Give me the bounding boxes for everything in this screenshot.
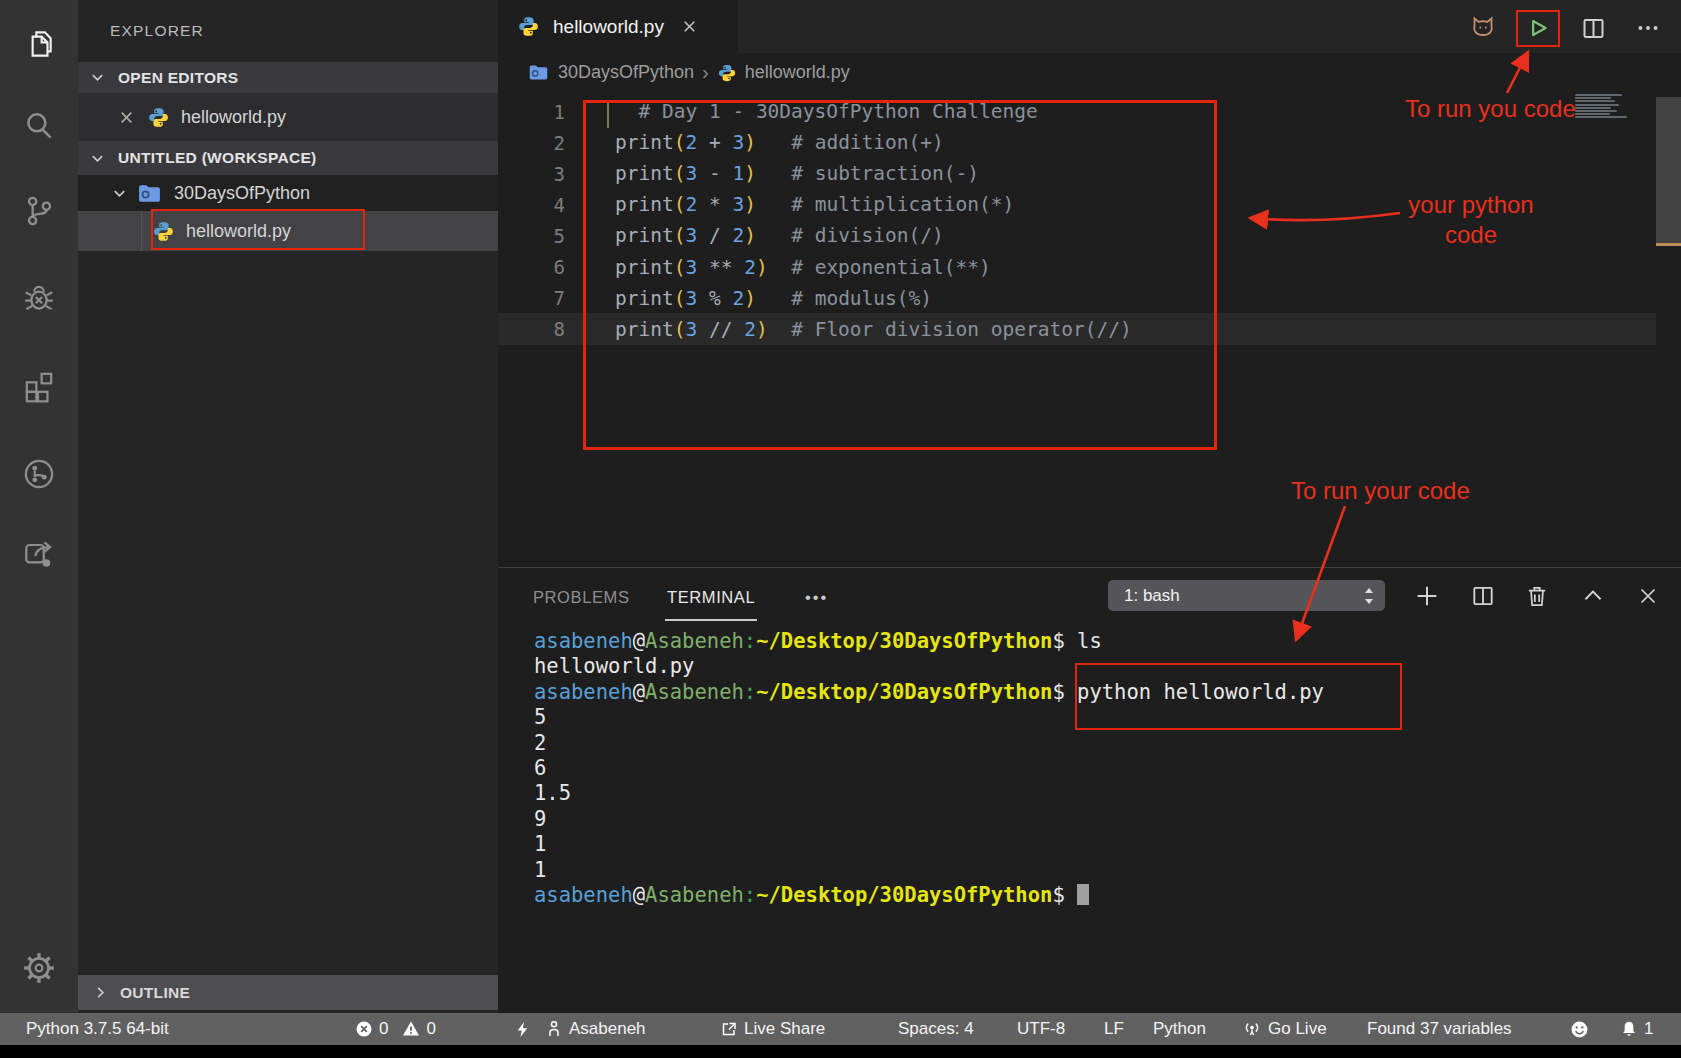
annotation-box-terminal-command xyxy=(1075,663,1402,730)
code-line[interactable]: 4print(2 * 3) # multiplication(*) xyxy=(498,189,565,220)
error-icon xyxy=(355,1020,373,1038)
code-line[interactable]: 7print(3 % 2) # modulus(%) xyxy=(498,283,565,314)
breadcrumb-separator: › xyxy=(702,61,709,84)
chevron-down-icon xyxy=(90,151,105,166)
status-bar: Python 3.7.5 64-bit 0 0 Asabeneh Live Sh… xyxy=(0,1013,1681,1045)
outline-section[interactable]: OUTLINE xyxy=(78,975,498,1010)
panel-more-icon[interactable]: ••• xyxy=(805,588,828,607)
maximize-panel-icon[interactable] xyxy=(1578,581,1608,611)
tab-label: helloworld.py xyxy=(553,16,664,38)
python-file-icon xyxy=(717,63,737,83)
terminal-cursor xyxy=(1077,884,1089,905)
status-language[interactable]: Python xyxy=(1153,1013,1206,1045)
code-line[interactable]: 3print(3 - 1) # subtraction(-) xyxy=(498,158,565,189)
cat-extension-icon[interactable] xyxy=(1466,8,1500,48)
activity-bar xyxy=(0,0,78,1013)
chevron-down-icon xyxy=(112,186,127,201)
sidebar-explorer: EXPLORER OPEN EDITORS helloworld.py UNTI… xyxy=(78,0,498,1013)
split-editor-icon[interactable] xyxy=(1578,8,1608,48)
status-variables[interactable]: Found 37 variables xyxy=(1367,1013,1512,1045)
status-python-version[interactable]: Python 3.7.5 64-bit xyxy=(26,1013,169,1045)
lightning-icon xyxy=(514,1021,531,1038)
minimap[interactable] xyxy=(1575,94,1627,120)
terminal-selector[interactable]: 1: bash xyxy=(1108,580,1385,611)
sidebar-title: EXPLORER xyxy=(110,22,204,40)
run-debug-icon[interactable] xyxy=(21,280,57,316)
annotation-your-python-code: your pythoncode xyxy=(1400,190,1542,250)
workspace-header[interactable]: UNTITLED (WORKSPACE) xyxy=(78,141,498,175)
terminal-tab-underline xyxy=(665,619,757,621)
status-spaces[interactable]: Spaces: 4 xyxy=(898,1013,974,1045)
updown-arrows-icon xyxy=(1363,585,1375,607)
warning-icon xyxy=(402,1020,420,1038)
chevron-down-icon xyxy=(90,70,105,85)
status-problems[interactable]: 0 0 xyxy=(355,1013,436,1045)
new-terminal-icon[interactable] xyxy=(1412,581,1442,611)
kill-terminal-icon[interactable] xyxy=(1522,581,1552,611)
folder-icon xyxy=(528,62,549,83)
python-file-icon xyxy=(517,15,540,38)
code-line[interactable]: 6print(3 ** 2) # exponential(**) xyxy=(498,252,565,283)
breadcrumb-folder[interactable]: 30DaysOfPython xyxy=(558,62,694,83)
go-live-icon xyxy=(1242,1019,1262,1039)
open-editors-header[interactable]: OPEN EDITORS xyxy=(78,62,498,93)
live-session-icon[interactable] xyxy=(21,456,57,492)
status-user[interactable]: Asabeneh xyxy=(545,1013,646,1045)
code-line[interactable]: 1 # Day 1 - 30DaysOfPython Challenge xyxy=(498,96,565,127)
live-share-icon xyxy=(720,1020,738,1038)
smiley-icon xyxy=(1570,1020,1589,1039)
folder-label: 30DaysOfPython xyxy=(174,183,310,204)
close-icon[interactable] xyxy=(118,109,135,126)
status-eol[interactable]: LF xyxy=(1104,1013,1124,1045)
open-editor-item[interactable]: helloworld.py xyxy=(78,93,498,141)
bell-icon xyxy=(1620,1020,1638,1038)
tab-close-icon[interactable] xyxy=(681,18,698,35)
search-icon[interactable] xyxy=(21,108,57,144)
annotation-box-code xyxy=(583,100,1217,450)
code-line[interactable]: 8print(3 // 2) # Floor division operator… xyxy=(498,314,565,345)
status-bolt[interactable] xyxy=(514,1013,531,1045)
source-control-icon[interactable] xyxy=(21,193,57,229)
status-notifications[interactable]: 1 xyxy=(1620,1013,1653,1045)
chevron-right-icon xyxy=(93,985,108,1000)
annotation-run-bottom: To run your code xyxy=(1291,477,1470,505)
share-icon[interactable] xyxy=(21,536,57,572)
open-editor-label: helloworld.py xyxy=(181,107,286,128)
close-panel-icon[interactable] xyxy=(1633,581,1663,611)
settings-gear-icon[interactable] xyxy=(21,950,57,986)
explorer-icon[interactable] xyxy=(21,26,57,62)
code-line[interactable]: 2print(2 + 3) # addition(+) xyxy=(498,127,565,158)
status-go-live[interactable]: Go Live xyxy=(1242,1013,1327,1045)
python-file-icon xyxy=(147,106,170,129)
status-live-share[interactable]: Live Share xyxy=(720,1013,825,1045)
user-icon xyxy=(545,1020,563,1038)
breadcrumb-file[interactable]: helloworld.py xyxy=(745,62,850,83)
tab-terminal[interactable]: TERMINAL xyxy=(667,588,755,607)
bottom-edge xyxy=(0,1045,1681,1058)
tab-helloworld[interactable]: helloworld.py xyxy=(498,0,738,53)
status-encoding[interactable]: UTF-8 xyxy=(1017,1013,1065,1045)
folder-item[interactable]: 30DaysOfPython xyxy=(78,175,498,211)
editor-scrollbar[interactable] xyxy=(1656,97,1681,243)
status-feedback[interactable] xyxy=(1570,1013,1589,1045)
tab-problems[interactable]: PROBLEMS xyxy=(533,588,630,607)
indent-guide xyxy=(141,211,142,251)
annotation-box-sidebar-file xyxy=(151,209,365,250)
split-terminal-icon[interactable] xyxy=(1468,581,1498,611)
scrollbar-marker xyxy=(1656,243,1681,246)
code-line[interactable]: 5print(3 / 2) # division(/) xyxy=(498,220,565,251)
extensions-icon[interactable] xyxy=(21,368,57,404)
more-actions-icon[interactable] xyxy=(1633,8,1663,48)
annotation-box-run-button xyxy=(1516,10,1560,47)
breadcrumb[interactable]: 30DaysOfPython › helloworld.py xyxy=(498,53,1656,92)
folder-icon xyxy=(137,181,162,206)
annotation-run-top: To run you code xyxy=(1405,95,1576,123)
